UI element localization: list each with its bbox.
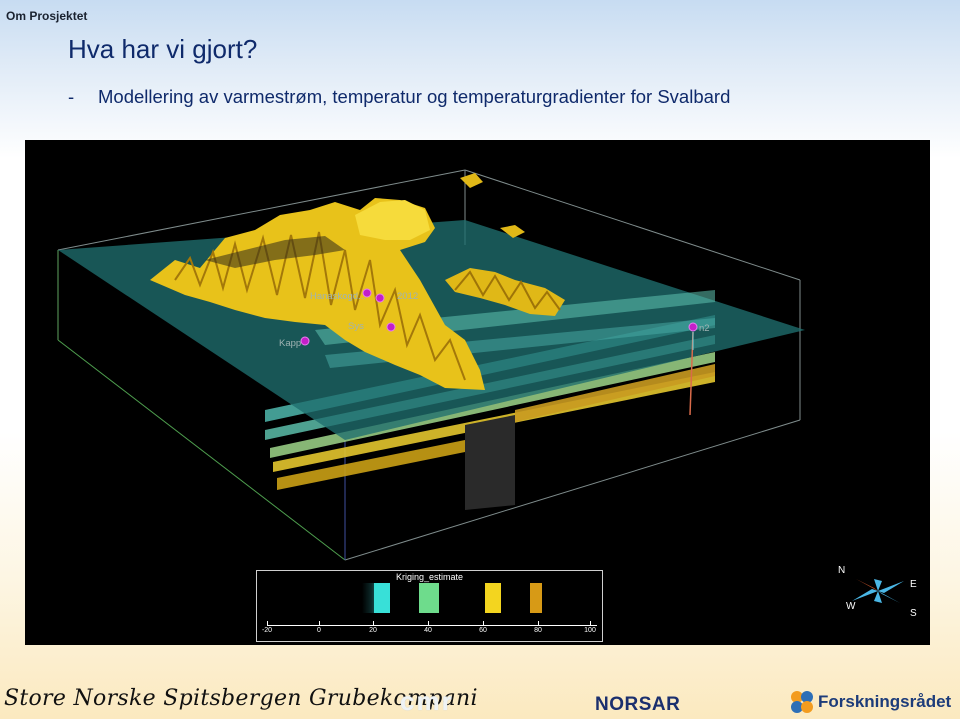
compass-north-label: N <box>838 565 846 576</box>
legend-tick-label: 100 <box>584 627 596 634</box>
compass-east-label: E <box>910 579 917 590</box>
bullet-dash: - <box>68 86 75 107</box>
legend-swatch-orange <box>530 583 542 613</box>
color-legend: Kriging_estimate -20 0 20 40 60 80 100 <box>256 570 603 642</box>
section-label: Om Prosjektet <box>6 9 88 23</box>
cmr-logo-text: cmr <box>400 686 454 716</box>
well-label: Hanaskogd... <box>310 291 366 302</box>
legend-swatch-cyan <box>374 583 390 613</box>
legend-title: Kriging_estimate <box>395 572 464 582</box>
legend-tick-label: 0 <box>317 627 321 634</box>
compass-south-label: S <box>910 608 917 619</box>
forskningsradet-logo-text: Forskningsrådet <box>818 692 952 711</box>
well-label: 2012 <box>397 291 419 302</box>
legend-tick-label: 20 <box>369 627 377 634</box>
norsar-logo-text: NORSAR <box>595 694 681 715</box>
legend-tick-label: 60 <box>479 627 487 634</box>
legend-swatch-yellow <box>485 583 501 613</box>
legend-swatch-green <box>419 583 439 613</box>
forskningsradet-icon <box>791 691 813 713</box>
well-label: n2 <box>699 323 710 334</box>
slide-title: Hva har vi gjort? <box>68 34 258 64</box>
legend-axis <box>267 625 597 626</box>
bullet-text: Modellering av varmestrøm, temperatur og… <box>98 86 731 107</box>
bullet-item: - Modellering av varmestrøm, temperatur o… <box>68 86 730 108</box>
well-label: Sys <box>348 321 364 332</box>
well-label: Kapp <box>279 338 302 349</box>
legend-tick-label: -20 <box>261 627 273 634</box>
compass-west-label: W <box>846 601 856 612</box>
footer-logos: Store Norske Spitsbergen Grubekompani cm… <box>0 672 960 719</box>
legend-tick-label: 80 <box>534 627 542 634</box>
legend-tick-label: 40 <box>424 627 432 634</box>
